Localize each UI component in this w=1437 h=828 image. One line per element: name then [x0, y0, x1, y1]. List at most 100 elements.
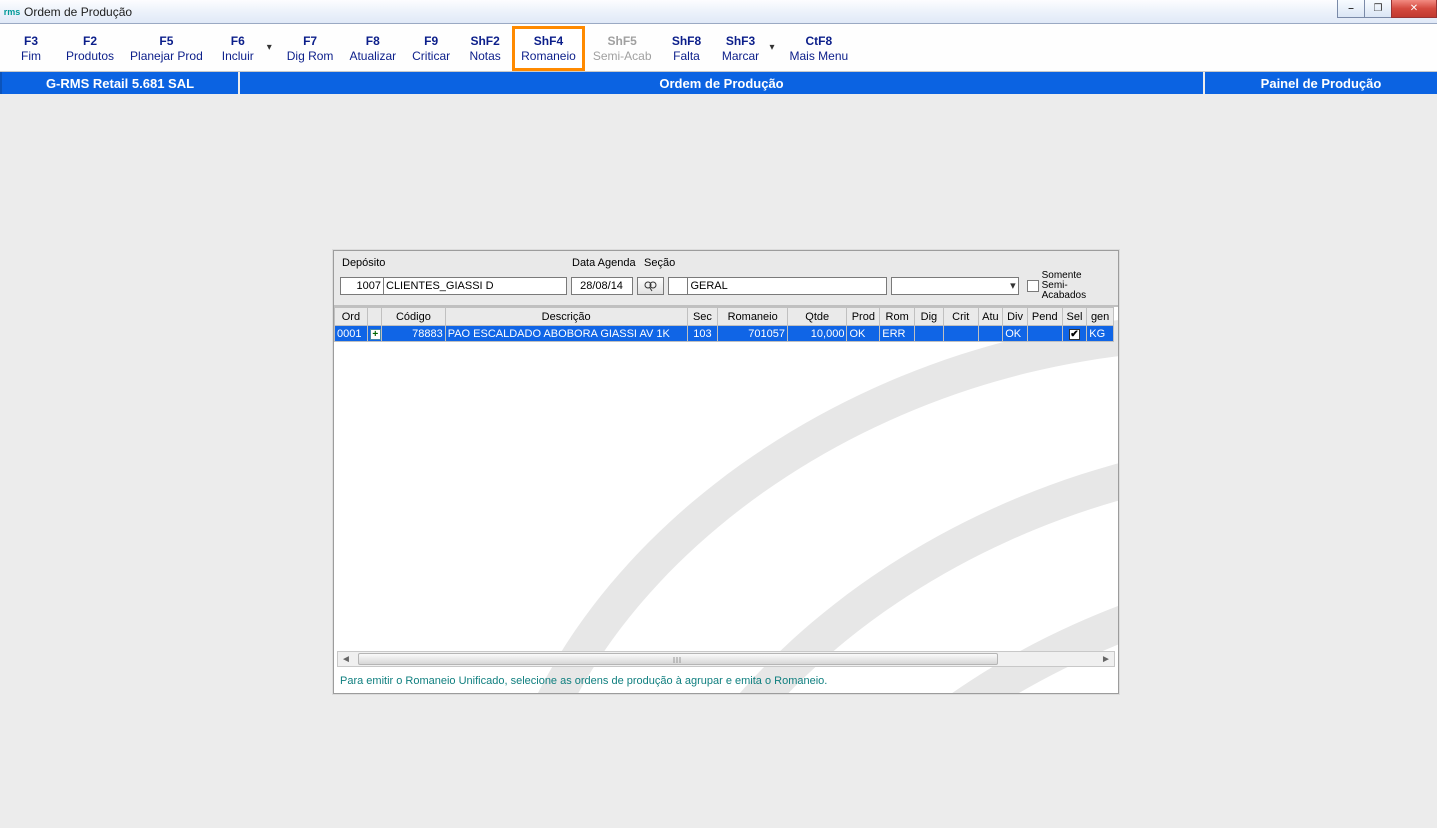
- col-atu[interactable]: Atu: [978, 308, 1003, 326]
- cell: [943, 326, 978, 342]
- somente-semi-label: SomenteSemi-Acabados: [1042, 271, 1112, 301]
- somente-semi-checkbox[interactable]: SomenteSemi-Acabados: [1027, 271, 1112, 301]
- close-button[interactable]: [1391, 0, 1437, 18]
- cell: [978, 326, 1003, 342]
- col-div[interactable]: Div: [1003, 308, 1028, 326]
- deposito-name-input[interactable]: [383, 277, 567, 295]
- window-title: Ordem de Produção: [24, 5, 132, 19]
- col-descrição[interactable]: Descrição: [445, 308, 687, 326]
- label-deposito: Depósito: [340, 257, 572, 271]
- toolbar-key: F3: [24, 34, 38, 49]
- expand-icon[interactable]: +: [370, 329, 381, 340]
- cell: [915, 326, 944, 342]
- toolbar-notas[interactable]: ShF2Notas: [458, 26, 512, 71]
- col-rom[interactable]: Rom: [880, 308, 915, 326]
- grid-header-row: Ord CódigoDescriçãoSecRomaneioQtdeProdRom…: [335, 308, 1114, 326]
- scroll-thumb[interactable]: [358, 653, 998, 665]
- restore-button[interactable]: [1364, 0, 1392, 18]
- app-icon: rms: [4, 4, 20, 20]
- toolbar-key: F2: [83, 34, 97, 49]
- cell: PAO ESCALDADO ABOBORA GIASSI AV 1K: [445, 326, 687, 342]
- toolbar-key: F5: [159, 34, 173, 49]
- toolbar-key: ShF4: [534, 34, 563, 49]
- toolbar-label: Marcar: [722, 49, 759, 64]
- filter-dropdown[interactable]: [891, 277, 1019, 295]
- cell: ✔: [1062, 326, 1087, 342]
- cell: 0001: [335, 326, 368, 342]
- cell: 78883: [382, 326, 446, 342]
- toolbar-label: Fim: [21, 49, 41, 64]
- col-sel[interactable]: Sel: [1062, 308, 1087, 326]
- toolbar-dropdown-icon[interactable]: [768, 26, 782, 71]
- toolbar-mais-menu[interactable]: CtF8Mais Menu: [782, 26, 857, 71]
- filters: Depósito Data Agenda Seção SomenteSemi-A…: [334, 251, 1118, 306]
- table-row[interactable]: 0001+78883PAO ESCALDADO ABOBORA GIASSI A…: [335, 326, 1114, 342]
- secao-code-input[interactable]: [668, 277, 688, 295]
- row-select-checkbox[interactable]: ✔: [1069, 329, 1080, 340]
- secao-name-input[interactable]: [687, 277, 886, 295]
- scroll-right-icon[interactable]: ►: [1098, 652, 1114, 666]
- toolbar-romaneio[interactable]: ShF4Romaneio: [512, 26, 585, 71]
- toolbar-criticar[interactable]: F9Criticar: [404, 26, 458, 71]
- toolbar-label: Semi-Acab: [593, 49, 652, 64]
- grid-horizontal-scrollbar[interactable]: ◄ ►: [337, 651, 1115, 667]
- col-expand[interactable]: [367, 308, 381, 326]
- toolbar-label: Planejar Prod: [130, 49, 203, 64]
- col-sec[interactable]: Sec: [687, 308, 718, 326]
- toolbar-key: CtF8: [806, 34, 833, 49]
- col-pend[interactable]: Pend: [1027, 308, 1062, 326]
- toolbar-label: Dig Rom: [287, 49, 334, 64]
- toolbar: F3FimF2ProdutosF5Planejar ProdF6IncluirF…: [0, 24, 1437, 72]
- toolbar-key: F9: [424, 34, 438, 49]
- col-qtde[interactable]: Qtde: [788, 308, 847, 326]
- col-gen[interactable]: gen: [1087, 308, 1114, 326]
- lookup-icon[interactable]: [637, 277, 665, 295]
- toolbar-key: ShF5: [608, 34, 637, 49]
- scroll-left-icon[interactable]: ◄: [338, 652, 354, 666]
- toolbar-falta[interactable]: ShF8Falta: [660, 26, 714, 71]
- deposito-code-input[interactable]: [340, 277, 384, 295]
- footer-hint: Para emitir o Romaneio Unificado, seleci…: [340, 675, 1112, 687]
- col-prod[interactable]: Prod: [847, 308, 880, 326]
- toolbar-planejar-prod[interactable]: F5Planejar Prod: [122, 26, 211, 71]
- bluebar-right[interactable]: Painel de Produção: [1205, 72, 1437, 94]
- toolbar-marcar[interactable]: ShF3Marcar: [714, 26, 768, 71]
- col-romaneio[interactable]: Romaneio: [718, 308, 788, 326]
- label-secao: Seção: [644, 257, 704, 271]
- toolbar-dropdown-icon[interactable]: [265, 26, 279, 71]
- cell: 103: [687, 326, 718, 342]
- bluebar-left: G-RMS Retail 5.681 SAL: [0, 72, 240, 94]
- window-buttons: [1338, 0, 1437, 23]
- toolbar-fim[interactable]: F3Fim: [4, 26, 58, 71]
- toolbar-label: Criticar: [412, 49, 450, 64]
- toolbar-label: Mais Menu: [790, 49, 849, 64]
- toolbar-key: ShF2: [470, 34, 499, 49]
- workspace: Depósito Data Agenda Seção SomenteSemi-A…: [0, 94, 1437, 828]
- cell: ERR: [880, 326, 915, 342]
- cell: 701057: [718, 326, 788, 342]
- col-crit[interactable]: Crit: [943, 308, 978, 326]
- minimize-button[interactable]: [1337, 0, 1365, 18]
- scroll-track[interactable]: [354, 652, 1098, 666]
- toolbar-label: Falta: [673, 49, 700, 64]
- toolbar-label: Notas: [469, 49, 500, 64]
- toolbar-key: F8: [366, 34, 380, 49]
- toolbar-incluir[interactable]: F6Incluir: [211, 26, 265, 71]
- col-ord[interactable]: Ord: [335, 308, 368, 326]
- toolbar-key: F6: [231, 34, 245, 49]
- data-agenda-input[interactable]: [571, 277, 633, 295]
- cell: OK: [847, 326, 880, 342]
- toolbar-label: Incluir: [222, 49, 254, 64]
- toolbar-atualizar[interactable]: F8Atualizar: [341, 26, 404, 71]
- toolbar-key: ShF3: [726, 34, 755, 49]
- cell: [1027, 326, 1062, 342]
- checkbox-icon: [1027, 280, 1039, 292]
- cell: +: [367, 326, 381, 342]
- col-código[interactable]: Código: [382, 308, 446, 326]
- toolbar-key: ShF8: [672, 34, 701, 49]
- titlebar: rms Ordem de Produção: [0, 0, 1437, 24]
- toolbar-dig-rom[interactable]: F7Dig Rom: [279, 26, 342, 71]
- toolbar-produtos[interactable]: F2Produtos: [58, 26, 122, 71]
- toolbar-label: Atualizar: [349, 49, 396, 64]
- col-dig[interactable]: Dig: [915, 308, 944, 326]
